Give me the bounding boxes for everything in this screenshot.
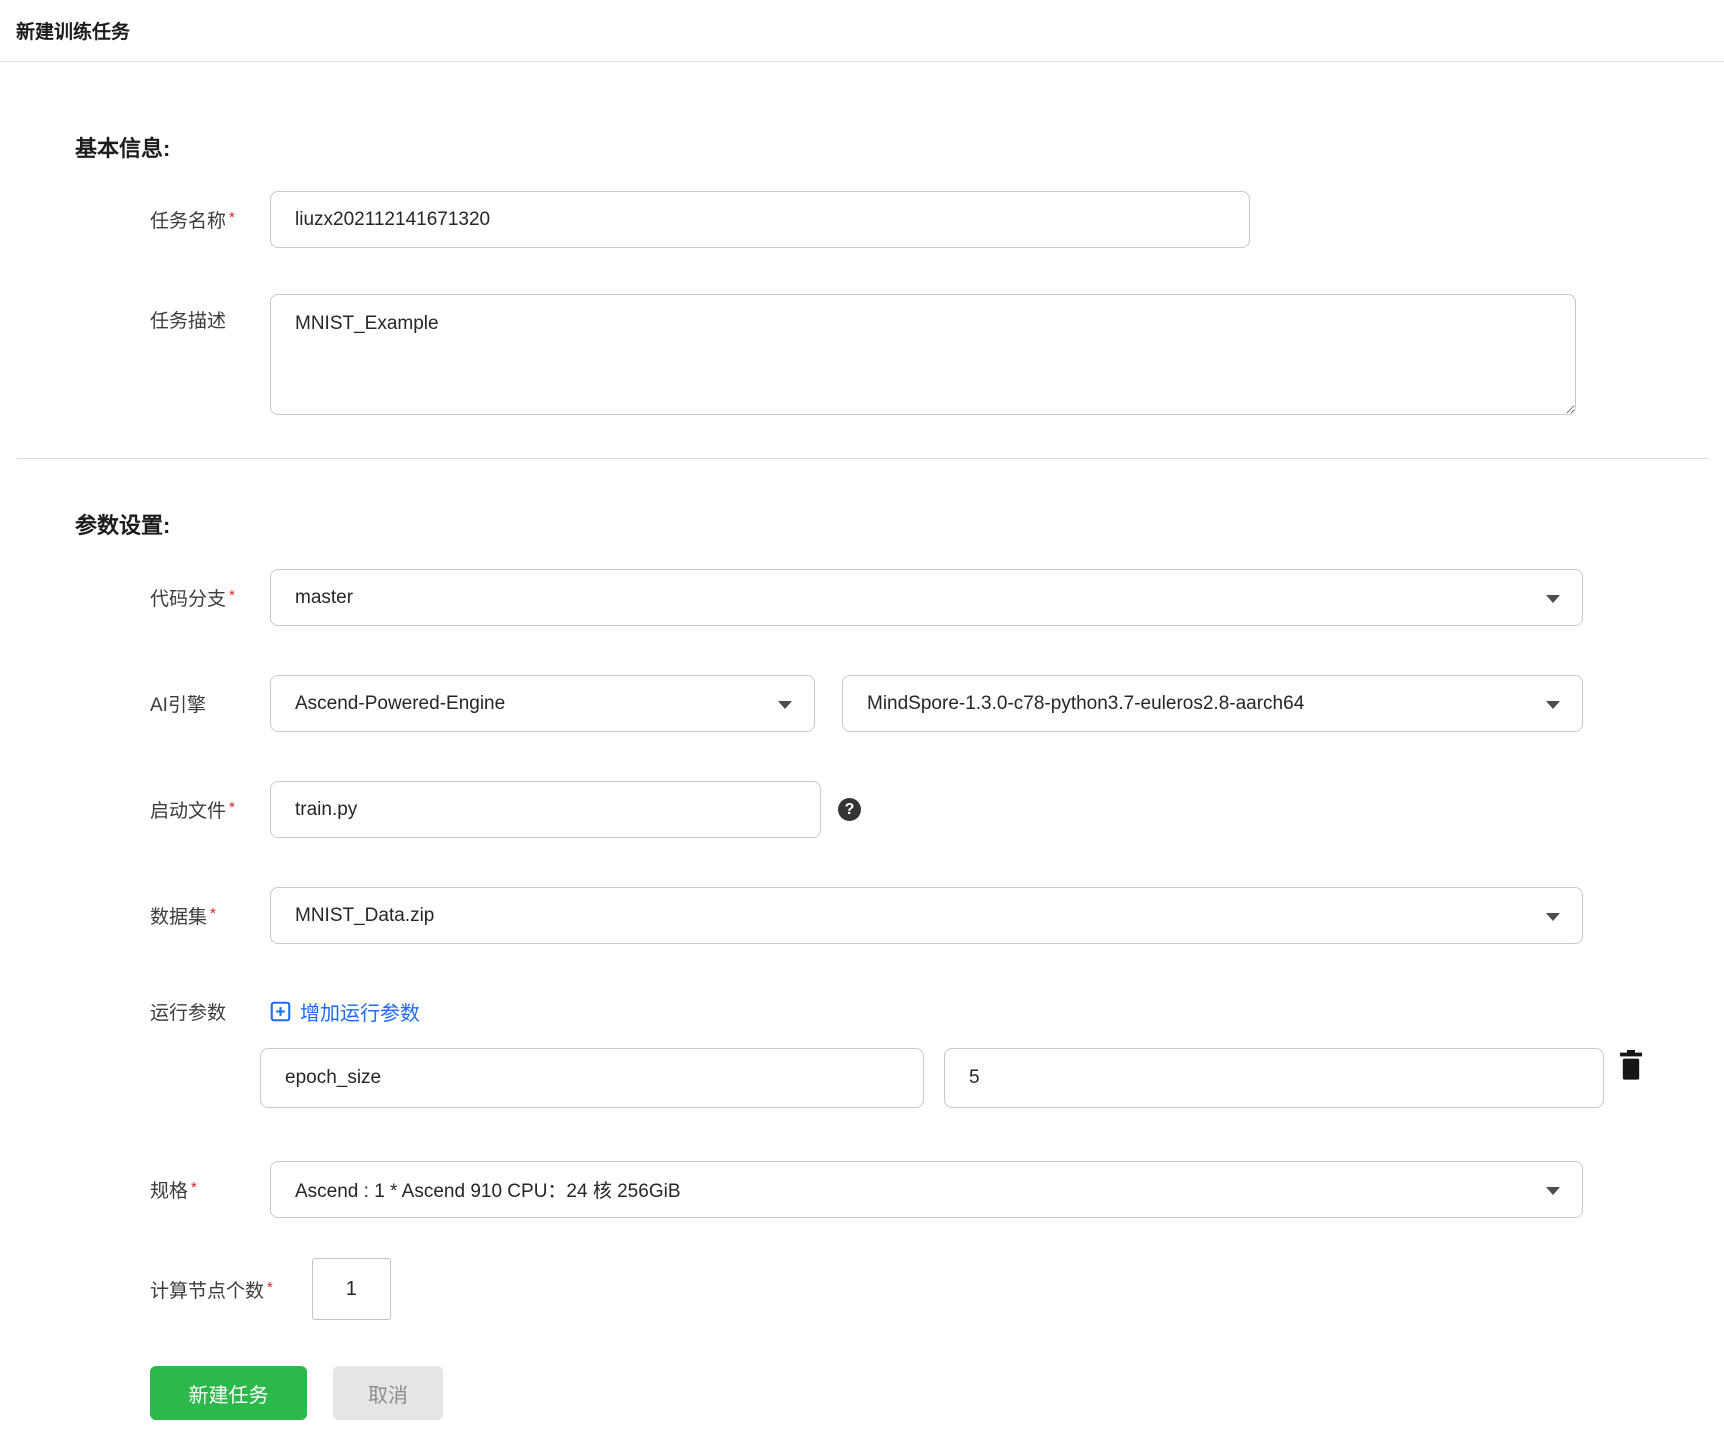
- code-branch-select[interactable]: master: [270, 569, 1583, 626]
- ai-engine-label: AI引擎: [150, 695, 206, 716]
- create-task-button[interactable]: 新建任务: [150, 1366, 307, 1420]
- param-settings-heading: 参数设置:: [75, 513, 171, 538]
- param-value-input[interactable]: [944, 1048, 1604, 1108]
- task-name-input[interactable]: [270, 191, 1250, 248]
- param-key-input[interactable]: [260, 1048, 924, 1108]
- task-desc-row: 任务描述 MNIST_Example: [150, 294, 1724, 415]
- dataset-select[interactable]: MNIST_Data.zip: [270, 887, 1583, 944]
- page-header: 新建训练任务: [0, 0, 1724, 62]
- page-title: 新建训练任务: [16, 22, 131, 43]
- task-name-row: 任务名称 *: [150, 191, 1724, 248]
- spec-select[interactable]: Ascend : 1 * Ascend 910 CPU：24 核 256GiB: [270, 1161, 1583, 1218]
- required-marker: *: [229, 799, 235, 816]
- code-branch-value: master: [295, 586, 354, 608]
- add-run-param-link[interactable]: 增加运行参数: [270, 997, 420, 1026]
- help-icon[interactable]: ?: [838, 798, 861, 821]
- caret-down-icon: [1546, 912, 1560, 921]
- cancel-button[interactable]: 取消: [333, 1366, 443, 1420]
- node-count-row: 计算节点个数 *: [150, 1258, 1724, 1320]
- code-branch-label: 代码分支 *: [150, 587, 235, 610]
- dataset-row: 数据集 * MNIST_Data.zip: [150, 887, 1724, 944]
- node-count-input[interactable]: [311, 1258, 391, 1320]
- engine-version-select[interactable]: MindSpore-1.3.0-c78-python3.7-euleros2.8…: [842, 675, 1583, 732]
- ai-engine-row: AI引擎 Ascend-Powered-Engine MindSpore-1.3…: [150, 675, 1724, 732]
- caret-down-icon: [1546, 700, 1560, 709]
- ai-engine-select[interactable]: Ascend-Powered-Engine: [270, 675, 815, 732]
- spec-value: Ascend : 1 * Ascend 910 CPU：24 核 256GiB: [295, 1181, 681, 1202]
- node-count-label: 计算节点个数 *: [150, 1278, 273, 1302]
- run-params-label: 运行参数: [150, 1003, 227, 1024]
- spec-label: 规格 *: [150, 1179, 197, 1202]
- engine-version-value: MindSpore-1.3.0-c78-python3.7-euleros2.8…: [867, 692, 1305, 714]
- caret-down-icon: [1546, 594, 1560, 603]
- basic-info-heading: 基本信息:: [75, 136, 171, 161]
- dataset-value: MNIST_Data.zip: [295, 904, 435, 926]
- boot-file-label: 启动文件 *: [150, 799, 235, 822]
- required-marker: *: [229, 209, 235, 226]
- run-params-row: 运行参数 增加运行参数: [150, 997, 1724, 1026]
- ai-engine-value: Ascend-Powered-Engine: [295, 692, 506, 714]
- task-desc-label: 任务描述: [150, 311, 227, 332]
- trash-icon: [1620, 1050, 1642, 1080]
- required-marker: *: [191, 1179, 197, 1196]
- task-name-label: 任务名称 *: [150, 209, 235, 232]
- required-marker: *: [267, 1278, 273, 1296]
- task-desc-textarea[interactable]: MNIST_Example: [270, 294, 1576, 415]
- run-param-entry-row: [260, 1048, 1724, 1108]
- boot-file-input[interactable]: [270, 781, 821, 838]
- actions-row: 新建任务 取消: [150, 1366, 1724, 1420]
- add-run-param-label: 增加运行参数: [300, 1003, 420, 1025]
- required-marker: *: [210, 905, 216, 922]
- dataset-label: 数据集 *: [150, 905, 216, 928]
- required-marker: *: [229, 587, 235, 604]
- delete-param-button[interactable]: [1618, 1050, 1644, 1085]
- caret-down-icon: [778, 700, 792, 709]
- spec-row: 规格 * Ascend : 1 * Ascend 910 CPU：24 核 256…: [150, 1161, 1724, 1218]
- caret-down-icon: [1546, 1186, 1560, 1195]
- section-divider: [17, 458, 1708, 459]
- code-branch-row: 代码分支 * master: [150, 569, 1724, 626]
- boot-file-row: 启动文件* ?: [150, 781, 1724, 838]
- squared-plus-icon: [270, 1001, 291, 1022]
